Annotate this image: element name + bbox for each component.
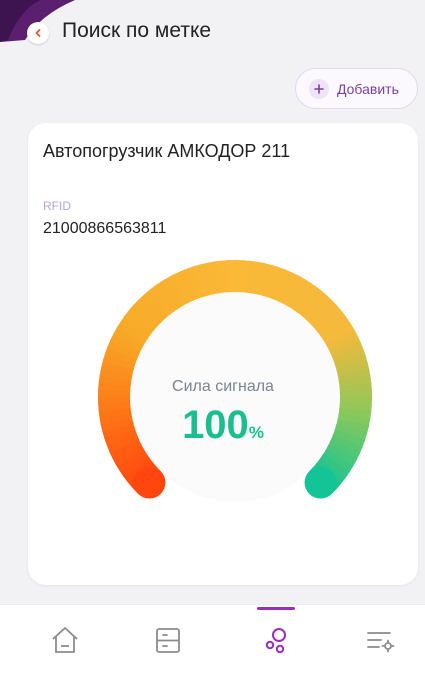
nav-item-tag-search[interactable] xyxy=(223,605,329,674)
device-card: Автопогрузчик АМКОДОР 211 RFID 210008665… xyxy=(28,123,418,585)
gauge-arc-end-cap xyxy=(304,466,337,499)
plus-icon xyxy=(309,78,329,99)
list-icon xyxy=(156,628,180,653)
nav-item-settings[interactable] xyxy=(327,605,425,674)
add-button[interactable]: Добавить xyxy=(295,68,418,109)
rfid-label: RFID xyxy=(43,199,71,213)
back-button[interactable] xyxy=(27,22,49,44)
add-button-label: Добавить xyxy=(337,80,399,97)
signal-value: 100% xyxy=(28,403,418,448)
gauge-arc-start-cap xyxy=(133,466,166,499)
nav-active-indicator xyxy=(257,607,295,610)
tag-search-icon xyxy=(265,628,286,654)
page-title: Поиск по метке xyxy=(62,19,212,42)
signal-gauge xyxy=(98,260,372,502)
nav-item-home[interactable] xyxy=(12,605,118,674)
nav-item-list[interactable] xyxy=(115,605,221,674)
signal-value-unit: % xyxy=(248,423,264,442)
rfid-value: 21000866563811 xyxy=(43,220,167,237)
signal-label: Сила сигнала xyxy=(172,378,274,395)
header: Поиск по метке xyxy=(0,0,425,64)
device-name: Автопогрузчик АМКОДОР 211 xyxy=(43,141,291,161)
settings-icon xyxy=(367,632,395,653)
bottom-nav xyxy=(0,604,425,674)
chevron-left-icon xyxy=(35,29,41,37)
home-icon xyxy=(52,627,78,653)
signal-value-number: 100 xyxy=(182,403,249,447)
